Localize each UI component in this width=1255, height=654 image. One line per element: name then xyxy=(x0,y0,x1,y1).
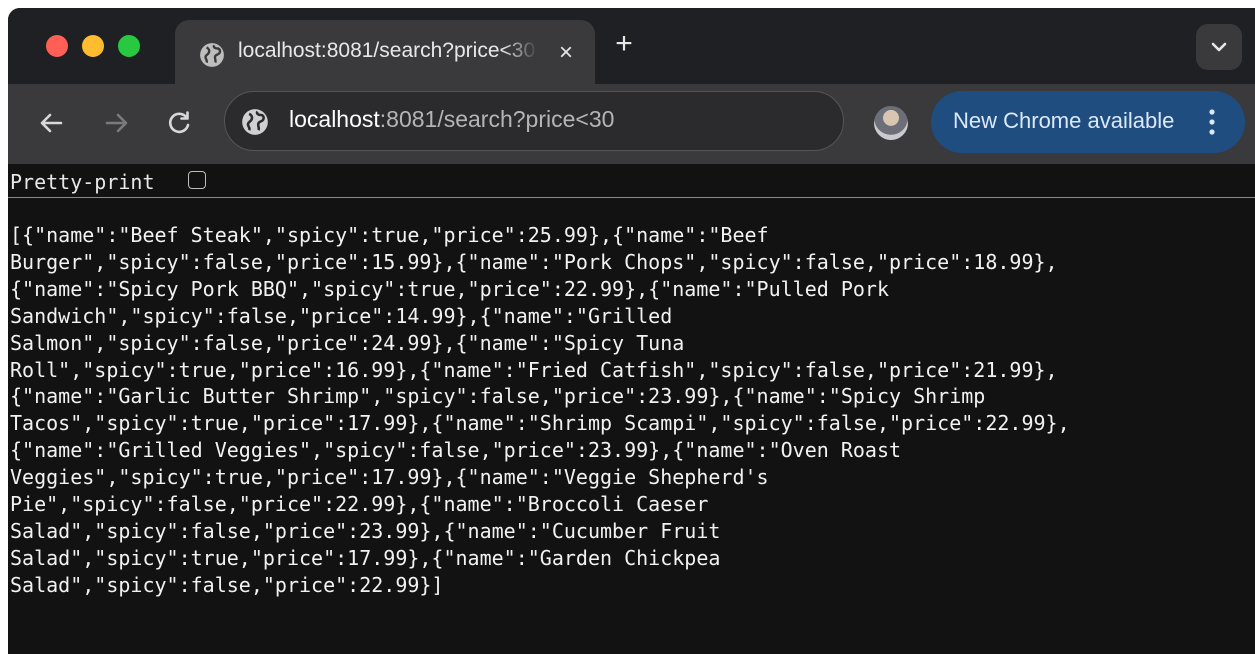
minimize-window-button[interactable] xyxy=(82,35,104,57)
json-line: Tacos","spicy":true,"price":17.99},{"nam… xyxy=(10,411,1070,436)
new-tab-button[interactable]: + xyxy=(608,28,640,60)
tab-strip: localhost:8081/search?price<30 × + xyxy=(8,8,1255,84)
forward-arrow-icon[interactable] xyxy=(100,106,134,140)
pretty-print-label: Pretty-print xyxy=(10,170,155,194)
json-line: Salmon","spicy":false,"price":24.99},{"n… xyxy=(10,330,685,355)
more-menu-icon[interactable] xyxy=(1207,108,1217,136)
site-info-icon[interactable] xyxy=(241,108,269,136)
json-line: Roll","spicy":true,"price":16.99},{"name… xyxy=(10,357,1058,382)
json-line: Sandwich","spicy":false,"price":14.99},{… xyxy=(10,303,673,328)
globe-icon xyxy=(200,43,224,67)
json-response-body: [{"name":"Beef Steak","spicy":true,"pric… xyxy=(10,222,1250,599)
toolbar: localhost:8081/search?price<30 New Chrom… xyxy=(8,84,1255,164)
new-chrome-available-button[interactable]: New Chrome available xyxy=(931,91,1245,153)
browser-window: localhost:8081/search?price<30 × + local… xyxy=(8,8,1255,654)
zoom-window-button[interactable] xyxy=(118,35,140,57)
json-line: Burger","spicy":false,"price":15.99},{"n… xyxy=(10,249,1058,274)
update-label: New Chrome available xyxy=(953,108,1175,133)
active-tab[interactable]: localhost:8081/search?price<30 × xyxy=(175,20,595,84)
json-line: {"name":"Grilled Veggies","spicy":false,… xyxy=(10,438,902,463)
url-text: localhost:8081/search?price<30 xyxy=(289,106,614,133)
url-path: :8081/search?price<30 xyxy=(379,106,615,132)
json-line: Salad","spicy":false,"price":23.99},{"na… xyxy=(10,518,721,543)
json-line: {"name":"Garlic Butter Shrimp","spicy":f… xyxy=(10,384,986,409)
back-arrow-icon[interactable] xyxy=(34,106,68,140)
json-line: [{"name":"Beef Steak","spicy":true,"pric… xyxy=(10,223,769,247)
address-bar[interactable]: localhost:8081/search?price<30 xyxy=(224,91,844,151)
json-line: Salad","spicy":true,"price":17.99},{"nam… xyxy=(10,545,721,570)
close-window-button[interactable] xyxy=(46,35,68,57)
json-line: {"name":"Spicy Pork BBQ","spicy":true,"p… xyxy=(10,276,889,301)
json-line: Pie","spicy":false,"price":22.99},{"name… xyxy=(10,492,709,517)
tab-search-button[interactable] xyxy=(1196,24,1242,70)
page-content: Pretty-print [{"name":"Beef Steak","spic… xyxy=(8,164,1255,654)
chevron-down-icon xyxy=(1211,42,1227,52)
tab-close-icon[interactable]: × xyxy=(551,38,581,68)
url-host: localhost xyxy=(289,106,380,132)
reload-icon[interactable] xyxy=(162,106,196,140)
profile-avatar[interactable] xyxy=(874,106,908,140)
json-line: Salad","spicy":false,"price":22.99}] xyxy=(10,572,444,597)
pretty-print-checkbox[interactable] xyxy=(188,171,206,189)
tab-title: localhost:8081/search?price<30 xyxy=(238,39,536,62)
json-line: Veggies","spicy":true,"price":17.99},{"n… xyxy=(10,465,769,490)
pretty-print-bar: Pretty-print xyxy=(8,164,1255,198)
